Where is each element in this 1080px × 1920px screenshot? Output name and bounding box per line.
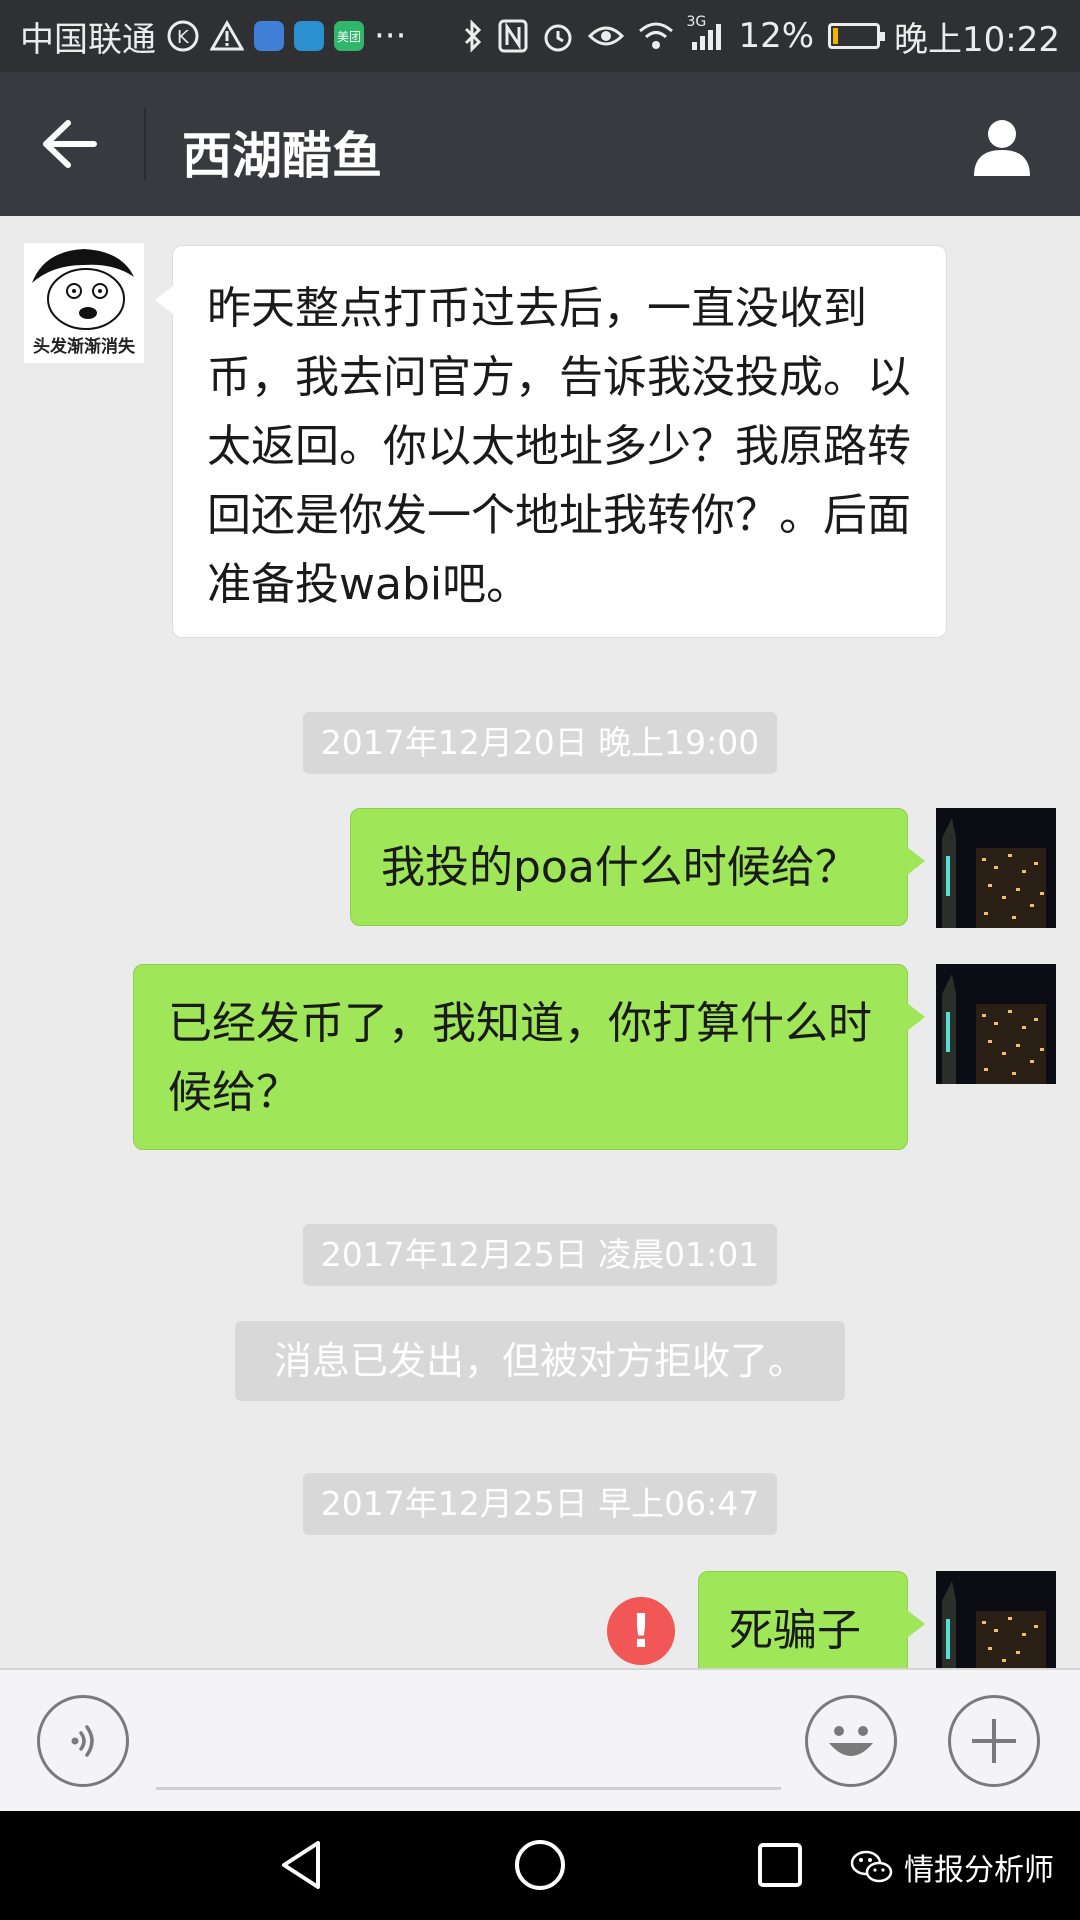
outgoing-message-bubble[interactable]: 我投的poa什么时候给？ <box>350 808 925 926</box>
system-nav-bar: 情报分析师 <box>0 1811 1080 1920</box>
input-bar <box>0 1668 1080 1813</box>
k-app-icon: K <box>166 19 200 53</box>
city-photo-icon <box>936 964 1056 1084</box>
voice-input-button[interactable] <box>37 1695 129 1787</box>
send-failed-icon[interactable]: ! <box>607 1597 675 1665</box>
chat-info-button[interactable] <box>964 108 1040 184</box>
battery-icon <box>828 23 886 49</box>
timestamp: 2017年12月25日 早上06:47 <box>303 1473 777 1535</box>
person-icon <box>974 120 1030 176</box>
voice-icon <box>71 1725 94 1757</box>
eye-comfort-icon <box>588 22 625 50</box>
my-avatar[interactable] <box>936 1571 1056 1668</box>
battery-fill <box>833 28 839 44</box>
battery-percent: 12% <box>738 16 815 56</box>
my-avatar[interactable] <box>936 964 1056 1084</box>
clock: 晚上10:22 <box>894 19 1060 60</box>
timestamp: 2017年12月25日 凌晨01:01 <box>303 1224 777 1286</box>
header-divider <box>144 108 146 180</box>
nav-recents-button[interactable] <box>748 1833 812 1897</box>
system-notice: 消息已发出，但被对方拒收了。 <box>235 1321 845 1401</box>
outgoing-message-bubble[interactable]: 已经发币了，我知道，你打算什么时候给？ <box>133 964 925 1150</box>
nfc-icon <box>498 19 528 53</box>
message-text: 已经发币了，我知道，你打算什么时候给？ <box>168 998 872 1118</box>
bluetooth-icon <box>462 19 484 53</box>
plus-icon <box>972 1719 1016 1763</box>
wifi-icon <box>638 21 674 51</box>
square-recents-icon <box>758 1843 802 1887</box>
warning-icon <box>210 20 244 52</box>
nav-home-button[interactable] <box>508 1833 572 1897</box>
more-notifications-icon: ··· <box>374 16 407 56</box>
incoming-message-bubble[interactable]: 昨天整点打币过去后，一直没收到币，我去问官方，告诉我没投成。以太返回。你以太地址… <box>155 245 947 638</box>
message-text: 昨天整点打币过去后，一直没收到币，我去问官方，告诉我没投成。以太返回。你以太地址… <box>207 283 911 610</box>
signal-icon: 3G <box>686 14 724 52</box>
message-input[interactable] <box>156 1787 781 1790</box>
watermark: 情报分析师 <box>850 1845 1054 1889</box>
watermark-text: 情报分析师 <box>904 1853 1054 1888</box>
my-avatar[interactable] <box>936 808 1056 928</box>
network-type: 3G <box>686 14 707 30</box>
emoji-icon <box>829 1726 873 1756</box>
svg-text:K: K <box>177 27 190 48</box>
circle-home-icon <box>515 1840 565 1890</box>
chat-title: 西湖醋鱼 <box>182 127 382 185</box>
more-functions-button[interactable] <box>948 1695 1040 1787</box>
message-text: 死骗子 <box>729 1605 861 1656</box>
blue-app-icon <box>254 21 284 51</box>
triangle-back-icon <box>282 1841 320 1889</box>
nav-back-button[interactable] <box>270 1833 334 1897</box>
emoji-button[interactable] <box>805 1695 897 1787</box>
carrier-name: 中国联通 <box>20 19 156 60</box>
city-photo-icon <box>936 1571 1056 1668</box>
back-arrow-icon <box>43 120 97 168</box>
alarm-icon <box>542 19 574 53</box>
contact-avatar[interactable]: 头发渐渐消失 <box>24 243 144 363</box>
bird-app-icon <box>294 21 324 51</box>
status-bar: 中国联通 K 美团 ··· 3G 12% 晚上10:22 <box>0 0 1080 72</box>
back-button[interactable] <box>30 106 110 182</box>
meituan-app-icon: 美团 <box>334 21 364 51</box>
avatar-caption: 头发渐渐消失 <box>33 337 135 357</box>
wechat-logo-icon <box>850 1850 893 1883</box>
chat-header: 西湖醋鱼 <box>0 72 1080 216</box>
timestamp: 2017年12月20日 晚上19:00 <box>303 712 777 774</box>
message-text: 我投的poa什么时候给？ <box>381 842 859 893</box>
city-photo-icon <box>936 808 1056 928</box>
